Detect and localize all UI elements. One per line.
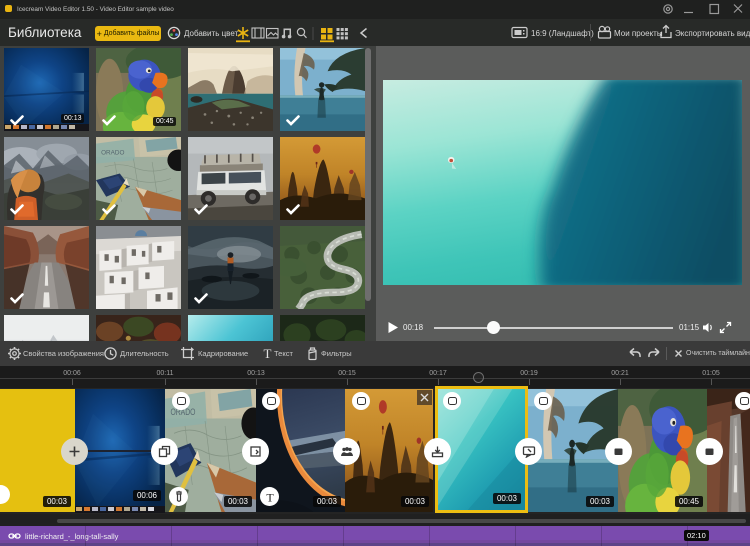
svg-text:T: T	[266, 491, 274, 503]
svg-text:T: T	[264, 346, 272, 361]
svg-text:ORADO: ORADO	[101, 149, 124, 156]
